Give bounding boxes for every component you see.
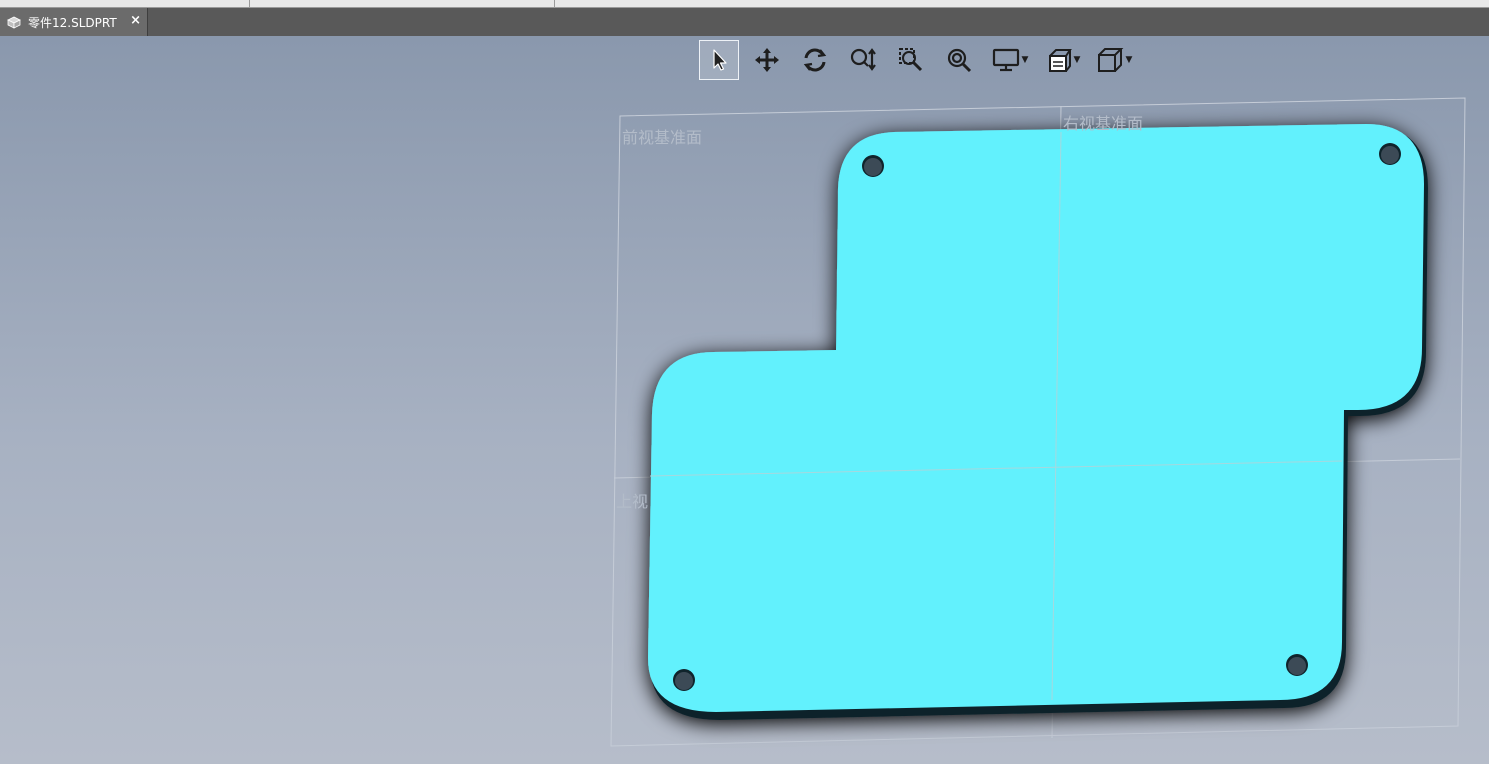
rotate-view-button[interactable] bbox=[795, 40, 835, 80]
display-style-button[interactable]: ▼ bbox=[987, 40, 1033, 80]
select-button[interactable] bbox=[699, 40, 739, 80]
zoom-to-fit-icon bbox=[947, 48, 972, 73]
top-strip bbox=[0, 0, 1489, 8]
document-tab-bar: 零件12.SLDPRT × bbox=[0, 8, 1489, 36]
hide-show-items-button[interactable]: ▼ bbox=[1039, 40, 1085, 80]
pan-move-icon bbox=[755, 48, 779, 72]
zoom-to-area-icon bbox=[899, 48, 923, 72]
top-plane-label[interactable]: 上视 bbox=[616, 488, 648, 512]
sheet-part[interactable] bbox=[648, 124, 1428, 720]
strip-divider bbox=[554, 0, 555, 8]
monitor-display-icon bbox=[992, 48, 1019, 72]
part-face bbox=[648, 124, 1424, 712]
pan-button[interactable] bbox=[747, 40, 787, 80]
strip-divider bbox=[249, 0, 250, 8]
graphics-viewport[interactable]: 前视基准面 右视基准面 上视 ▼ ▼ ▼ bbox=[0, 36, 1489, 764]
chevron-down-icon[interactable]: ▼ bbox=[1074, 55, 1081, 65]
zoom-in-out-button[interactable] bbox=[843, 40, 883, 80]
chevron-down-icon[interactable]: ▼ bbox=[1022, 55, 1029, 65]
view-orientation-button[interactable]: ▼ bbox=[1091, 40, 1137, 80]
chevron-down-icon[interactable]: ▼ bbox=[1126, 55, 1133, 65]
zoom-to-fit-button[interactable] bbox=[939, 40, 979, 80]
hide-show-items-icon bbox=[1048, 49, 1072, 72]
pointer-arrow-icon bbox=[713, 49, 727, 71]
rotate-view-icon bbox=[803, 48, 827, 72]
part-document-icon bbox=[6, 14, 22, 30]
zoom-in-out-icon bbox=[850, 48, 876, 71]
close-icon[interactable]: × bbox=[130, 13, 141, 28]
zoom-to-area-button[interactable] bbox=[891, 40, 931, 80]
front-plane-label[interactable]: 前视基准面 bbox=[622, 124, 702, 148]
document-tab[interactable]: 零件12.SLDPRT × bbox=[0, 8, 148, 36]
view-cube-icon bbox=[1097, 48, 1123, 72]
heads-up-view-toolbar: ▼ ▼ ▼ bbox=[699, 40, 1143, 80]
model-scene bbox=[610, 97, 1466, 747]
document-tab-label: 零件12.SLDPRT bbox=[28, 15, 117, 30]
right-plane-label[interactable]: 右视基准面 bbox=[1063, 110, 1143, 134]
